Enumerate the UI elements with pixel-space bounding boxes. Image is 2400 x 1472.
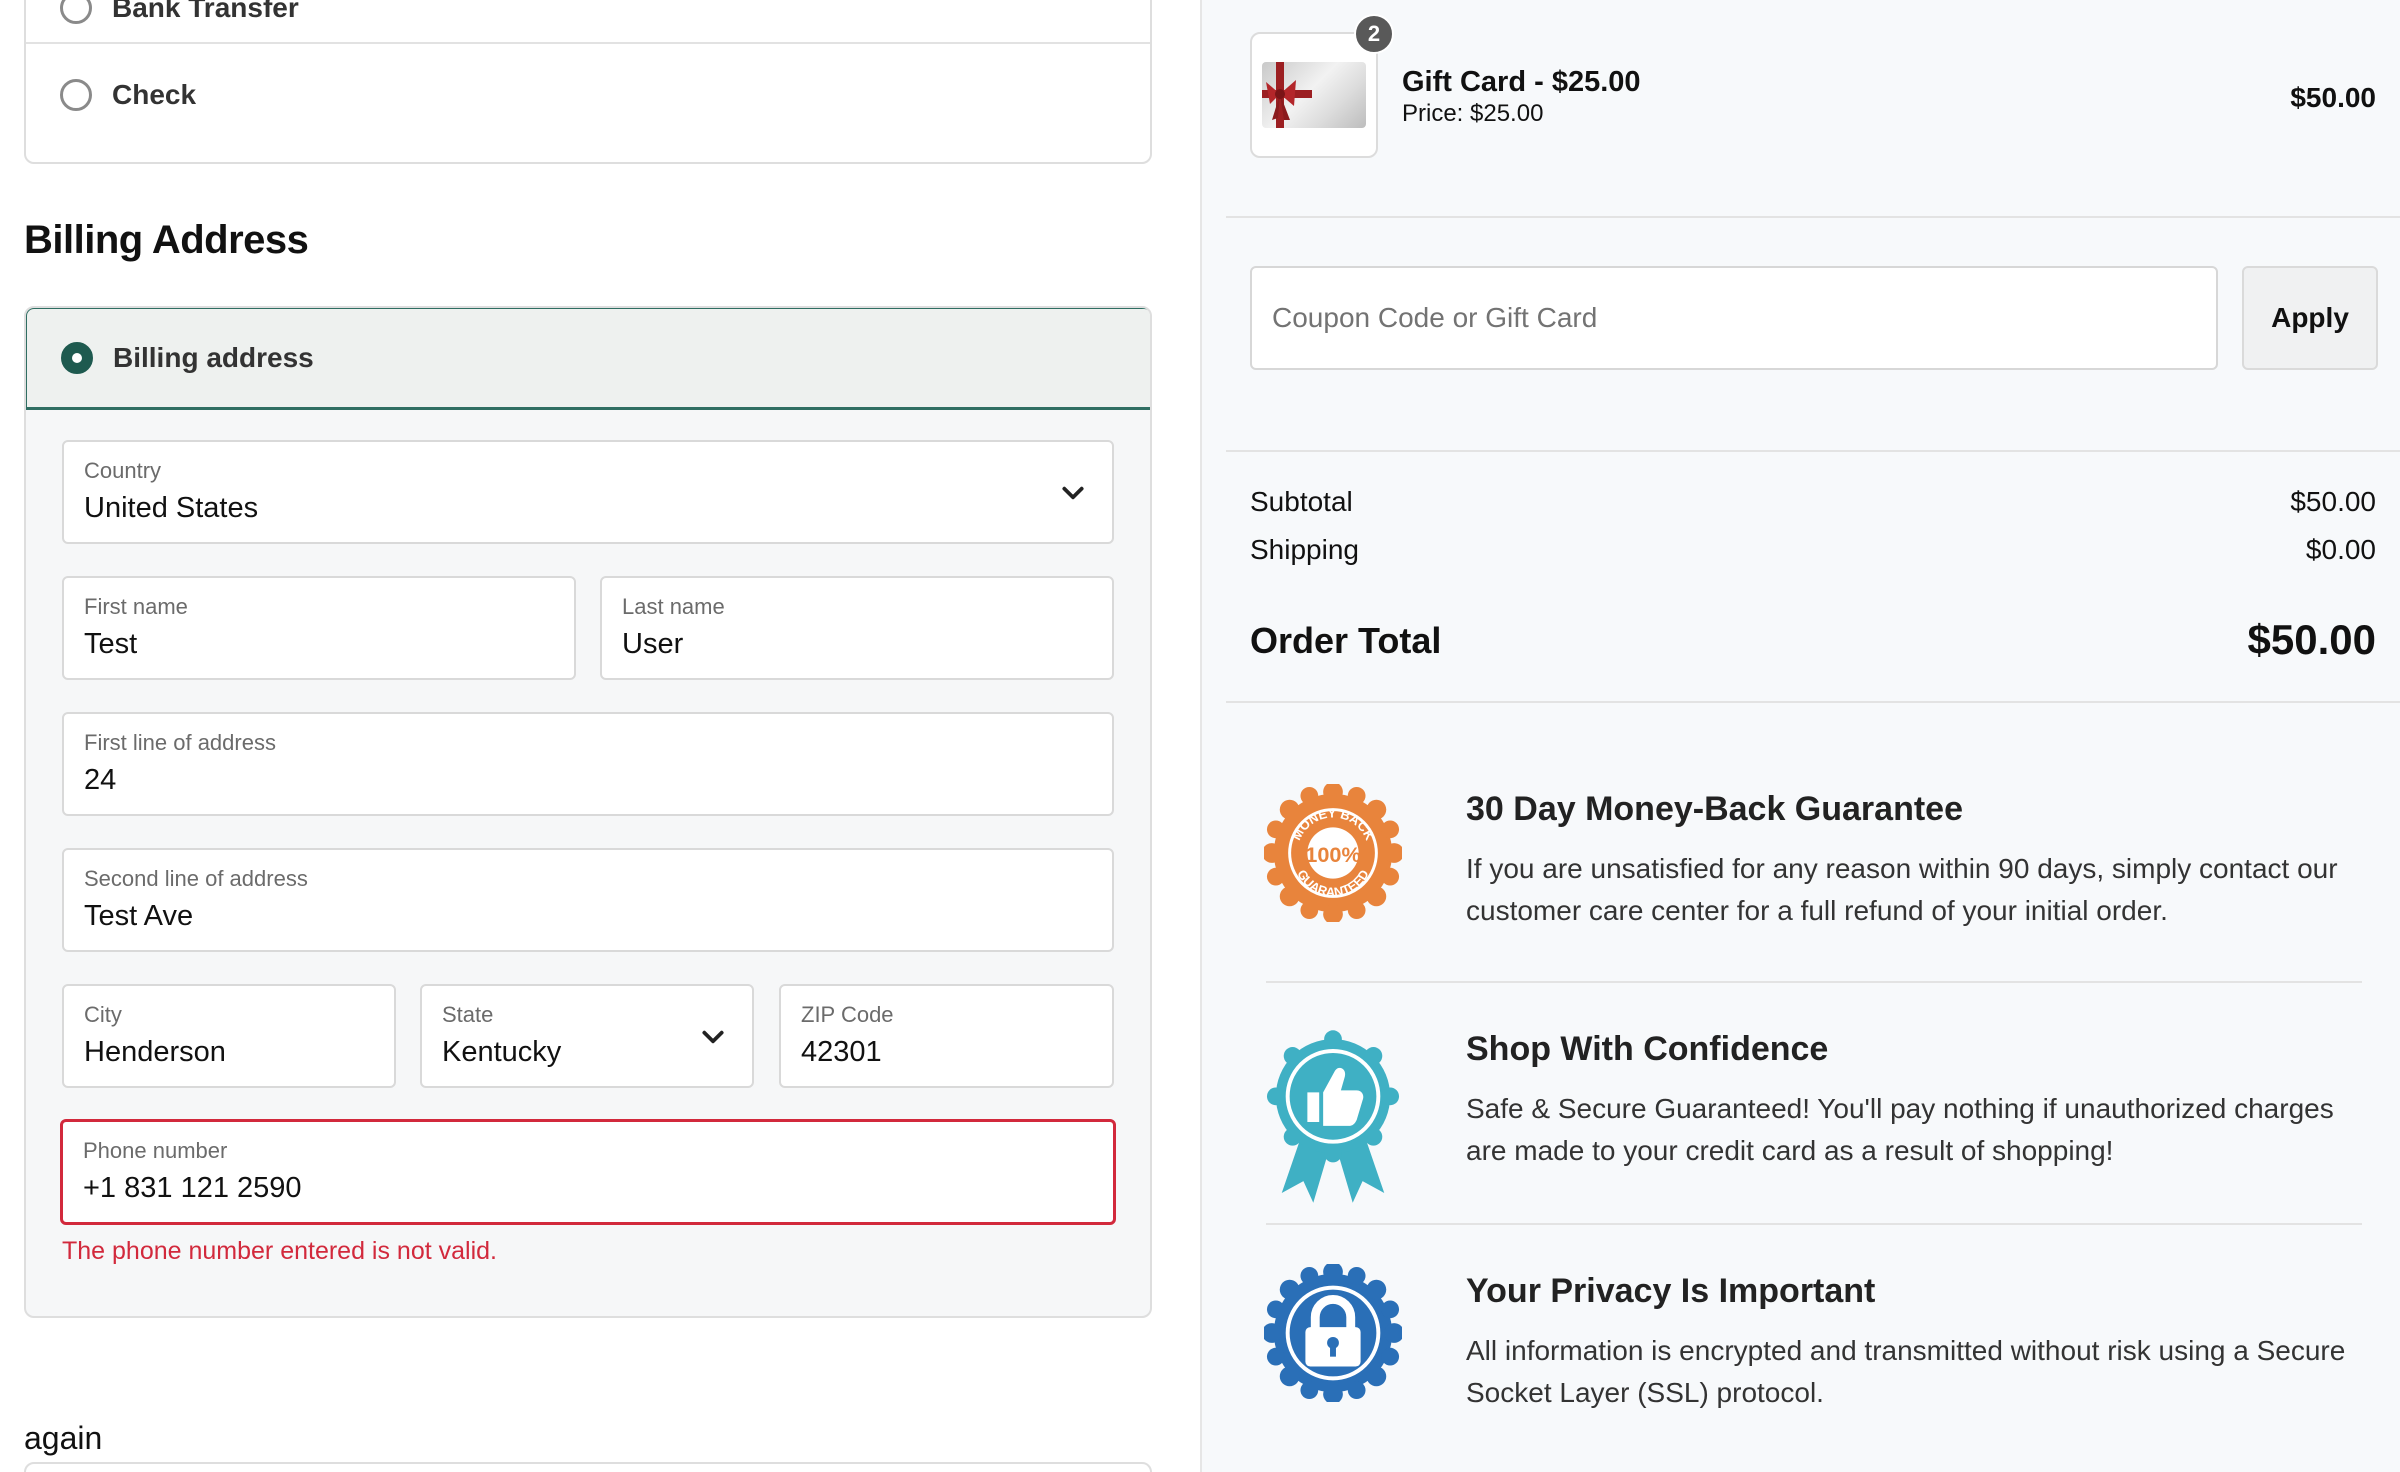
order-total-value: $50.00 xyxy=(2247,616,2376,663)
country-select[interactable]: Country United States xyxy=(62,440,1114,544)
zip-code-value: 42301 xyxy=(801,1036,882,1068)
payment-option-bank-transfer[interactable]: Bank Transfer xyxy=(26,0,1150,44)
state-value: Kentucky xyxy=(442,1036,562,1068)
payment-option-label: Check xyxy=(112,79,197,110)
divider xyxy=(1266,981,2362,983)
money-back-seal-icon: 100% MONEY BACK GUARANTEED xyxy=(1264,784,1402,922)
country-value: United States xyxy=(84,492,259,524)
radio-button[interactable] xyxy=(60,0,92,24)
phone-number-label: Phone number xyxy=(83,1138,228,1163)
payment-option-label: Bank Transfer xyxy=(112,0,299,23)
product-name: Gift Card - $25.00 xyxy=(1402,66,1641,98)
seal-center-text: 100% xyxy=(1305,842,1360,867)
order-summary: 2 Gift Card - $25.00 Price: $25.00 $50.0… xyxy=(1200,0,2400,1472)
zip-code-label: ZIP Code xyxy=(801,1002,894,1027)
next-section-card xyxy=(24,1462,1152,1472)
shipping-label: Shipping xyxy=(1250,534,1359,565)
chevron-down-icon xyxy=(702,1030,724,1044)
divider xyxy=(1226,701,2400,703)
product-line-total: $50.00 xyxy=(2290,82,2376,113)
subtotal-value: $50.00 xyxy=(2290,486,2376,517)
gift-card-image xyxy=(1262,62,1366,128)
section-heading-partial: again xyxy=(24,1420,103,1456)
gift-bow-icon xyxy=(1262,62,1312,128)
product-thumbnail xyxy=(1250,32,1378,158)
guarantee-title: 30 Day Money-Back Guarantee xyxy=(1466,790,1963,828)
country-label: Country xyxy=(84,458,162,483)
billing-address-option[interactable]: Billing address xyxy=(26,308,1150,410)
checkout-form: Bank Transfer Check Billing Address Bill… xyxy=(0,0,1200,1472)
chevron-down-icon xyxy=(1062,486,1084,500)
state-select[interactable]: State Kentucky xyxy=(420,984,754,1088)
guarantee-title: Your Privacy Is Important xyxy=(1466,1272,1876,1310)
guarantee-text: Safe & Secure Guaranteed! You'll pay not… xyxy=(1466,1093,2334,1166)
radio-button-selected[interactable] xyxy=(61,342,93,374)
state-label: State xyxy=(442,1002,494,1027)
phone-number-value: +1 831 121 2590 xyxy=(83,1172,302,1204)
last-name-value: User xyxy=(622,628,684,660)
first-name-field[interactable]: First name Test xyxy=(62,576,576,680)
address-line2-label: Second line of address xyxy=(84,866,308,891)
city-label: City xyxy=(84,1002,122,1027)
phone-number-field[interactable]: Phone number +1 831 121 2590 xyxy=(60,1119,1116,1225)
address-line2-value: Test Ave xyxy=(84,900,194,932)
city-field[interactable]: City Henderson xyxy=(62,984,396,1088)
radio-button[interactable] xyxy=(60,79,92,111)
divider xyxy=(1266,1223,2362,1225)
apply-coupon-button[interactable]: Apply xyxy=(2242,266,2378,370)
address-line1-label: First line of address xyxy=(84,730,276,755)
first-name-value: Test xyxy=(84,628,138,660)
coupon-code-input[interactable] xyxy=(1250,266,2218,370)
guarantee-text: All information is encrypted and transmi… xyxy=(1466,1335,2346,1408)
payment-method-list: Bank Transfer Check xyxy=(24,0,1152,164)
guarantee-title: Shop With Confidence xyxy=(1466,1030,1829,1068)
address-line1-field[interactable]: First line of address 24 xyxy=(62,712,1114,816)
divider xyxy=(1226,216,2400,218)
subtotal-label: Subtotal xyxy=(1250,486,1353,517)
payment-option-check[interactable]: Check xyxy=(26,44,1150,146)
last-name-label: Last name xyxy=(622,594,725,619)
billing-address-option-label: Billing address xyxy=(113,342,314,373)
padlock-seal-icon xyxy=(1264,1264,1402,1402)
thumbs-up-ribbon-icon xyxy=(1266,1030,1400,1203)
divider xyxy=(1226,450,2400,452)
phone-error-message: The phone number entered is not valid. xyxy=(62,1237,497,1265)
address-line1-value: 24 xyxy=(84,764,117,796)
shipping-value: $0.00 xyxy=(2305,534,2376,565)
city-value: Henderson xyxy=(84,1036,226,1068)
quantity-badge: 2 xyxy=(1354,14,1394,54)
zip-code-field[interactable]: ZIP Code 42301 xyxy=(779,984,1114,1088)
first-name-label: First name xyxy=(84,594,188,619)
guarantee-text: If you are unsatisfied for any reason wi… xyxy=(1466,853,2338,926)
address-line2-field[interactable]: Second line of address Test Ave xyxy=(62,848,1114,952)
last-name-field[interactable]: Last name User xyxy=(600,576,1114,680)
product-unit-price: Price: $25.00 xyxy=(1402,100,1544,127)
billing-address-heading: Billing Address xyxy=(24,218,309,262)
order-total-label: Order Total xyxy=(1250,620,1442,661)
